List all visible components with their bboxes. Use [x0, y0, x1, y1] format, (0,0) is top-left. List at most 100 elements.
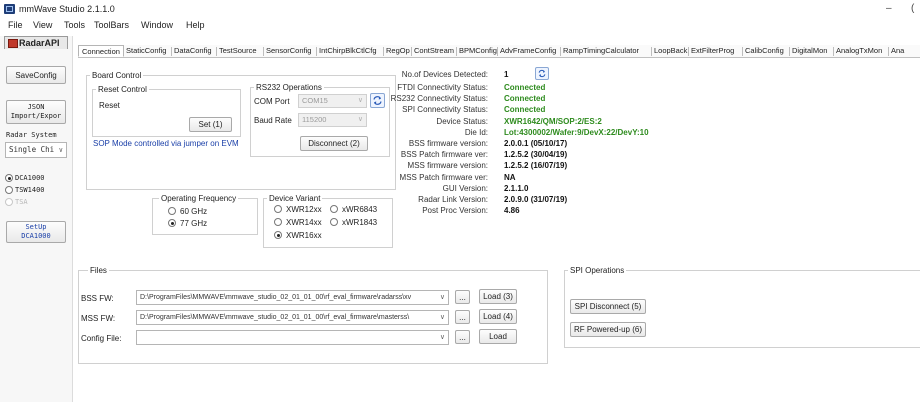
devices-refresh-button[interactable] — [535, 67, 549, 80]
operating-frequency-group — [152, 198, 258, 235]
tab-ana[interactable]: Ana — [891, 45, 904, 57]
menu-help[interactable]: Help — [186, 20, 205, 30]
tab-ramp-timing-calculator[interactable]: RampTimingCalculator — [563, 45, 639, 57]
menu-tools[interactable]: Tools — [64, 20, 85, 30]
json-import-export-button[interactable]: JSON Import/Expor — [6, 100, 66, 124]
tab-test-source[interactable]: TestSource — [219, 45, 257, 57]
config-file-label: Config File: — [81, 334, 122, 343]
spi-operations-title: SPI Operations — [568, 266, 627, 275]
bss-fw-load-button[interactable]: Load (3) — [479, 289, 517, 304]
refresh-icon — [538, 69, 546, 78]
minimize-button[interactable]: – — [886, 3, 892, 14]
tab-int-chirp-blk-ctl-cfg[interactable]: IntChirpBlkCtlCfg — [319, 45, 377, 57]
radio-tsa — [5, 198, 13, 206]
spi-disconnect-button[interactable]: SPI Disconnect (5) — [570, 299, 646, 314]
menu-file[interactable]: File — [8, 20, 23, 30]
tab-digital-mon[interactable]: DigitalMon — [792, 45, 827, 57]
load-label: Load (3) — [483, 292, 513, 301]
window-title: mmWave Studio 2.1.1.0 — [19, 4, 115, 14]
baud-rate-value: 115200 — [302, 115, 327, 124]
menu-toolbars[interactable]: ToolBars — [94, 20, 129, 30]
radar-api-tab[interactable]: RadarAPI — [4, 36, 68, 49]
mss-fw-label: MSS FW: — [81, 314, 116, 323]
bss-fw-path-value: D:\ProgramFiles\MMWAVE\mmwave_studio_02_… — [140, 294, 412, 301]
status-key: SPI Connectivity Status: — [402, 105, 488, 115]
status-key: BSS firmware version: — [408, 139, 488, 148]
mss-fw-path[interactable]: D:\ProgramFiles\MMWAVE\mmwave_studio_02_… — [136, 310, 449, 325]
radio-xwr14xx[interactable] — [274, 218, 282, 226]
menu-view[interactable]: View — [33, 20, 52, 30]
rf-powered-up-button[interactable]: RF Powered-up (6) — [570, 322, 646, 337]
mss-fw-load-button[interactable]: Load (4) — [479, 309, 517, 324]
tab-reg-op[interactable]: RegOp — [386, 45, 410, 57]
status-key: Radar Link Version: — [418, 195, 488, 204]
save-config-button[interactable]: SaveConfig — [6, 66, 66, 84]
radio-xwr14xx-label: XWR14xx — [286, 218, 322, 227]
config-file-browse-button[interactable]: ... — [455, 330, 470, 344]
rs232-operations-title: RS232 Operations — [254, 83, 324, 92]
status-key: BSS Patch firmware ver: — [400, 150, 488, 160]
load-label: Load (4) — [483, 312, 513, 321]
tab-sensor-config[interactable]: SensorConfig — [266, 45, 311, 57]
mss-fw-browse-button[interactable]: ... — [455, 310, 470, 324]
radio-60ghz[interactable] — [168, 207, 176, 215]
bss-fw-label: BSS FW: — [81, 294, 114, 303]
status-key: FTDI Connectivity Status: — [397, 83, 488, 92]
save-config-label: SaveConfig — [15, 70, 57, 80]
rf-powered-up-label: RF Powered-up (6) — [573, 325, 643, 334]
radar-api-tab-label: RadarAPI — [19, 38, 60, 48]
tab-cont-stream[interactable]: ContStream — [414, 45, 454, 57]
radio-xwr12xx[interactable] — [274, 205, 282, 213]
browse-label: ... — [459, 312, 466, 322]
tab-connection[interactable]: Connection — [78, 45, 124, 57]
tab-static-config[interactable]: StaticConfig — [126, 45, 166, 57]
status-key: Post Proc Version: — [422, 206, 488, 216]
reset-label: Reset — [99, 101, 120, 110]
status-key: MSS Patch firmware ver: — [399, 172, 488, 182]
status-value: Connected — [504, 94, 546, 104]
status-value: Connected — [504, 105, 546, 115]
config-file-path[interactable]: ∨ — [136, 330, 449, 345]
menu-window[interactable]: Window — [141, 20, 173, 30]
load-label: Load — [489, 332, 507, 341]
bss-fw-browse-button[interactable]: ... — [455, 290, 470, 304]
status-key: Device Status: — [436, 116, 488, 126]
status-value: 2.0.9.0 (31/07/19) — [504, 195, 568, 204]
tab-loop-back[interactable]: LoopBack — [654, 45, 687, 57]
chevron-down-icon: ∨ — [58, 146, 63, 154]
radio-xwr16xx[interactable] — [274, 231, 282, 239]
radar-system-value: Single Chi — [9, 145, 55, 154]
radio-xwr6843[interactable] — [330, 205, 338, 213]
maximize-button[interactable]: ( — [911, 3, 914, 14]
radio-tsw1400[interactable] — [5, 186, 13, 194]
radio-tsa-label: TSA — [15, 198, 28, 206]
radio-dca1000-label: DCA1000 — [15, 174, 45, 182]
radio-xwr1843[interactable] — [330, 218, 338, 226]
setup-dca1000-button[interactable]: SetUp DCA1000 — [6, 221, 66, 243]
tab-calib-config[interactable]: CalibConfig — [745, 45, 784, 57]
mss-fw-path-value: D:\ProgramFiles\MMWAVE\mmwave_studio_02_… — [140, 314, 410, 321]
chevron-down-icon: ∨ — [439, 294, 445, 301]
bss-fw-path[interactable]: D:\ProgramFiles\MMWAVE\mmwave_studio_02_… — [136, 290, 449, 305]
sop-mode-note: SOP Mode controlled via jumper on EVM — [93, 139, 239, 148]
device-variant-title: Device Variant — [267, 194, 323, 203]
radio-77ghz[interactable] — [168, 219, 176, 227]
tab-adv-frame-config[interactable]: AdvFrameConfig — [500, 45, 556, 57]
set-button[interactable]: Set (1) — [189, 117, 232, 132]
tab-bpm-config[interactable]: BPMConfig — [459, 45, 497, 57]
config-file-load-button[interactable]: Load — [479, 329, 517, 344]
setup-label-1: SetUp — [25, 223, 47, 231]
radar-system-select[interactable]: Single Chi ∨ — [5, 142, 67, 158]
radio-tsw1400-label: TSW1400 — [15, 186, 45, 194]
tab-ext-filter-prog[interactable]: ExtFilterProg — [691, 45, 734, 57]
tab-data-config[interactable]: DataConfig — [174, 45, 212, 57]
app-logo-icon — [4, 4, 15, 14]
status-value: 1.2.5.2 (30/04/19) — [504, 150, 568, 160]
menu-bar — [0, 18, 920, 34]
reset-control-title: Reset Control — [96, 85, 149, 94]
status-key: Die Id: — [464, 127, 488, 137]
status-value: NA — [504, 172, 516, 182]
devices-detected-value: 1 — [504, 70, 509, 79]
tab-analog-tx-mon[interactable]: AnalogTxMon — [836, 45, 882, 57]
radio-dca1000[interactable] — [5, 174, 13, 182]
